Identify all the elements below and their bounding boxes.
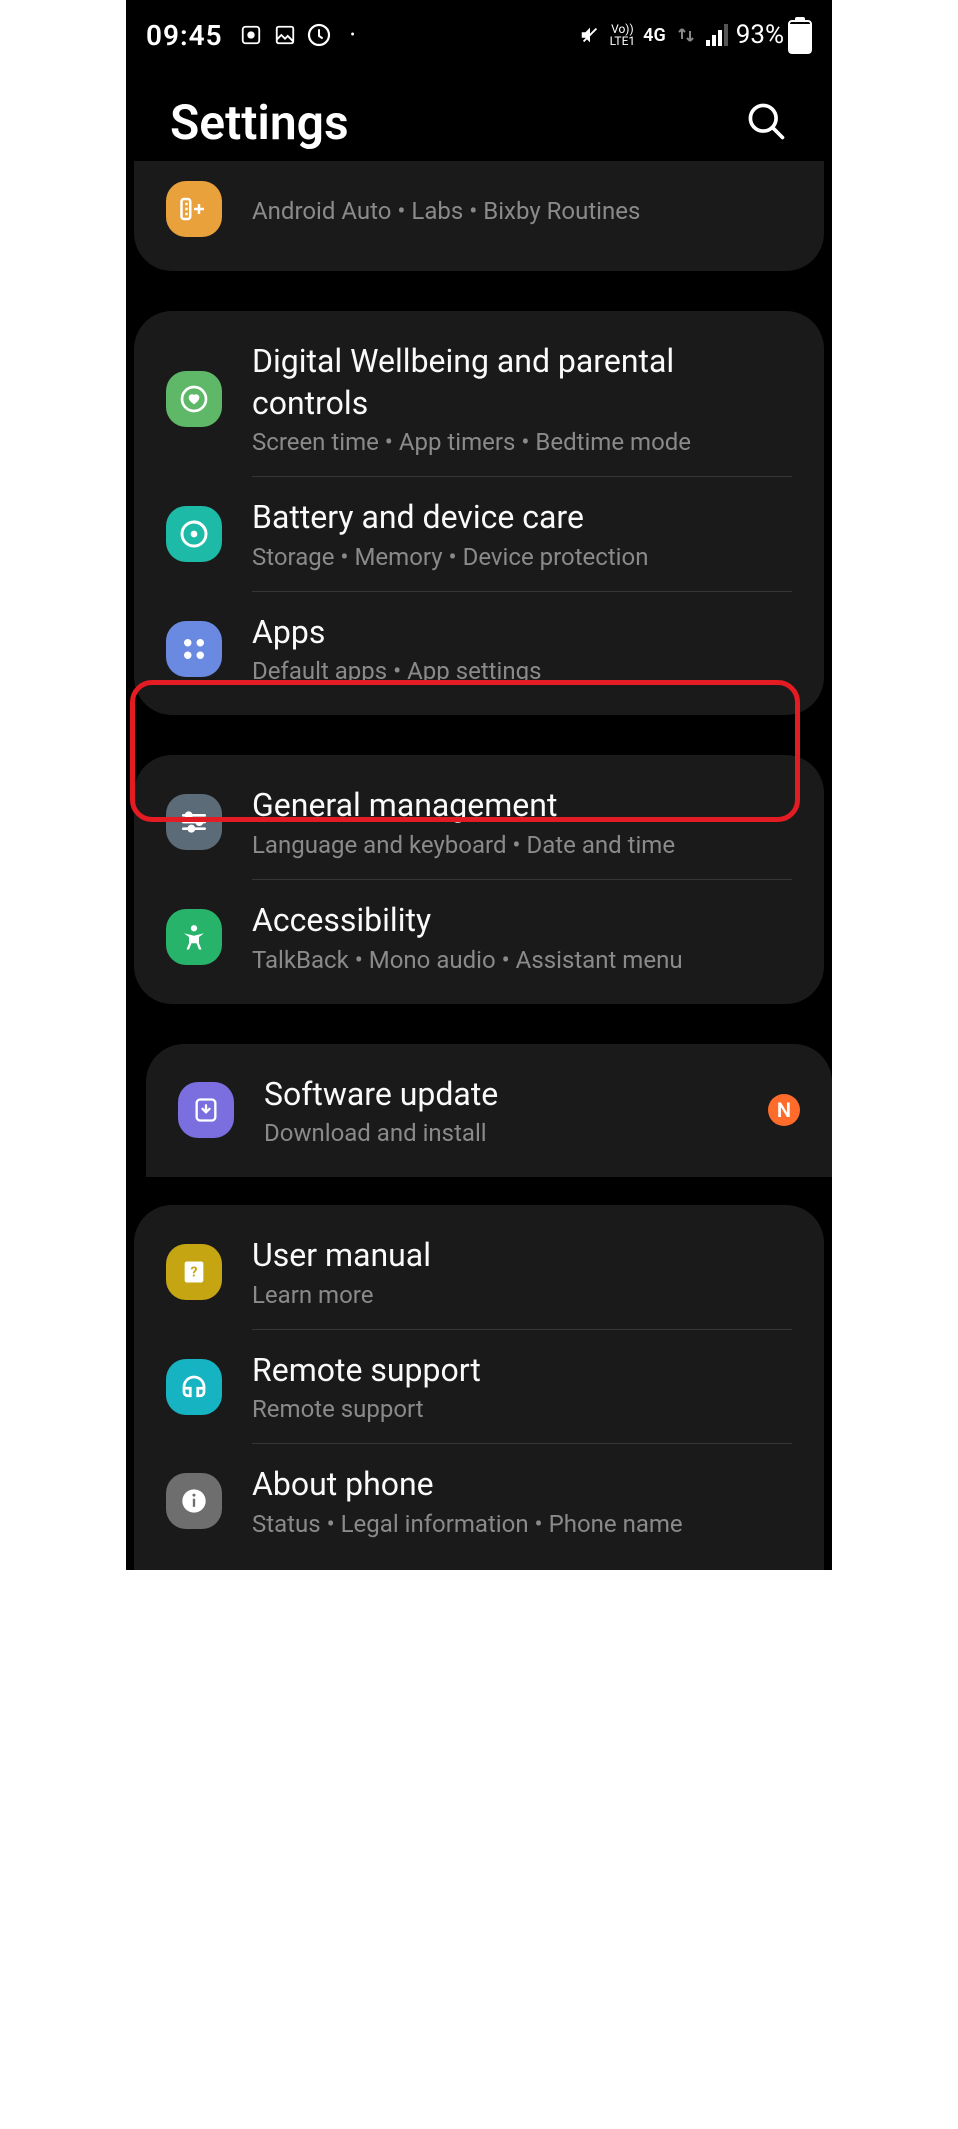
settings-group-software: Software update Download and install N <box>146 1044 832 1178</box>
general-management-icon <box>166 794 222 850</box>
settings-row-about-phone[interactable]: About phone Status • Legal information •… <box>134 1444 824 1558</box>
settings-row-remote-support[interactable]: Remote support Remote support <box>134 1330 824 1444</box>
status-network-label: 4G <box>643 25 666 46</box>
settings-row-apps[interactable]: Apps Default apps • App settings <box>134 592 824 706</box>
status-update-icon <box>307 23 331 47</box>
about-title: About phone <box>252 1464 792 1506</box>
settings-row-accessibility[interactable]: Accessibility TalkBack • Mono audio • As… <box>134 880 824 994</box>
status-gallery-icon <box>273 23 297 47</box>
remote-support-icon <box>166 1359 222 1415</box>
accessibility-subtitle: TalkBack • Mono audio • Assistant menu <box>252 946 792 974</box>
about-phone-icon <box>166 1473 222 1529</box>
about-subtitle: Status • Legal information • Phone name <box>252 1510 792 1538</box>
remote-subtitle: Remote support <box>252 1395 792 1423</box>
status-data-arrows-icon <box>674 23 698 47</box>
settings-row-device-care[interactable]: Battery and device care Storage • Memory… <box>134 477 824 591</box>
accessibility-title: Accessibility <box>252 900 792 942</box>
settings-row-general-management[interactable]: General management Language and keyboard… <box>134 765 824 879</box>
status-volte-label: Vo)) LTE1 <box>610 23 636 47</box>
software-update-icon <box>178 1082 234 1138</box>
apps-icon <box>166 621 222 677</box>
apps-title: Apps <box>252 612 792 654</box>
status-battery-pct: 93% <box>736 20 784 50</box>
wellbeing-icon <box>166 371 222 427</box>
general-title: General management <box>252 785 792 827</box>
advanced-features-icon <box>166 181 222 237</box>
settings-group-general: General management Language and keyboard… <box>134 755 824 1003</box>
settings-row-user-manual[interactable]: ? User manual Learn more <box>134 1215 824 1329</box>
apps-subtitle: Default apps • App settings <box>252 657 792 685</box>
general-subtitle: Language and keyboard • Date and time <box>252 831 792 859</box>
wellbeing-subtitle: Screen time • App timers • Bedtime mode <box>252 428 792 456</box>
status-signal-icon <box>706 24 728 46</box>
status-bar: 09:45 • Vo)) LTE1 4G <box>126 0 832 70</box>
remote-title: Remote support <box>252 1350 792 1392</box>
software-subtitle: Download and install <box>264 1119 768 1147</box>
device-care-subtitle: Storage • Memory • Device protection <box>252 543 792 571</box>
status-time: 09:45 <box>146 19 223 52</box>
software-title: Software update <box>264 1074 768 1116</box>
device-care-icon <box>166 506 222 562</box>
status-mute-icon <box>578 23 602 47</box>
status-battery: 93% <box>736 17 812 54</box>
user-manual-icon: ? <box>166 1244 222 1300</box>
wellbeing-title: Digital Wellbeing and parental controls <box>252 341 792 424</box>
settings-group-device: Digital Wellbeing and parental controls … <box>134 311 824 715</box>
page-title: Settings <box>170 94 349 151</box>
update-badge: N <box>768 1094 800 1126</box>
status-screenshot-icon <box>239 23 263 47</box>
status-more-icon: • <box>341 23 365 47</box>
search-icon <box>744 99 788 143</box>
settings-row-advanced-features[interactable]: Android Auto • Labs • Bixby Routines <box>134 181 824 257</box>
settings-row-digital-wellbeing[interactable]: Digital Wellbeing and parental controls … <box>134 321 824 476</box>
manual-title: User manual <box>252 1235 792 1277</box>
search-button[interactable] <box>744 99 788 146</box>
settings-row-software-update[interactable]: Software update Download and install N <box>146 1054 832 1168</box>
manual-subtitle: Learn more <box>252 1281 792 1309</box>
device-care-title: Battery and device care <box>252 497 792 539</box>
svg-text:?: ? <box>191 1265 198 1281</box>
settings-group-advanced: Android Auto • Labs • Bixby Routines <box>134 161 824 271</box>
advanced-subtitle: Android Auto • Labs • Bixby Routines <box>252 197 792 225</box>
accessibility-icon <box>166 909 222 965</box>
settings-group-about: ? User manual Learn more Remote support … <box>134 1205 824 1570</box>
